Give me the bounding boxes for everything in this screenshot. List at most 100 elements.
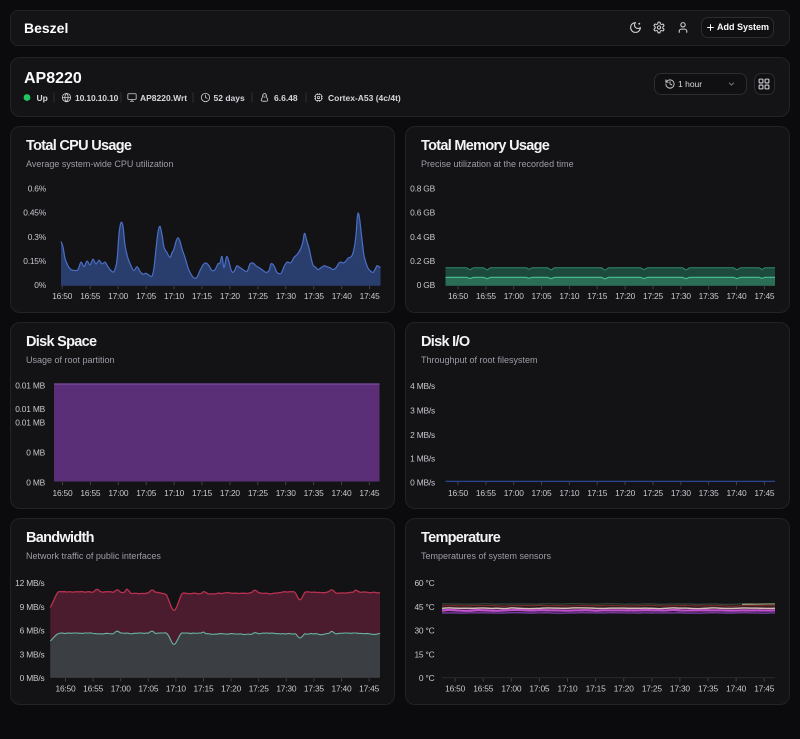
svg-text:17:00: 17:00	[108, 488, 129, 498]
svg-text:17:45: 17:45	[359, 488, 380, 498]
svg-text:17:15: 17:15	[192, 291, 213, 301]
svg-text:17:25: 17:25	[643, 291, 664, 301]
svg-text:17:05: 17:05	[532, 291, 553, 301]
svg-text:16:55: 16:55	[476, 291, 497, 301]
svg-text:17:10: 17:10	[164, 488, 185, 498]
svg-text:0.3%: 0.3%	[28, 232, 47, 242]
svg-text:17:35: 17:35	[304, 684, 325, 694]
svg-text:17:15: 17:15	[586, 684, 607, 694]
svg-text:17:45: 17:45	[360, 291, 381, 301]
svg-text:2 MB/s: 2 MB/s	[410, 430, 435, 440]
svg-text:17:30: 17:30	[671, 291, 692, 301]
svg-text:0%: 0%	[34, 280, 46, 290]
svg-text:17:10: 17:10	[559, 488, 580, 498]
svg-text:17:45: 17:45	[754, 291, 775, 301]
svg-text:0.6 GB: 0.6 GB	[410, 208, 435, 218]
svg-text:17:45: 17:45	[754, 684, 775, 694]
svg-text:17:10: 17:10	[559, 291, 580, 301]
svg-text:17:00: 17:00	[504, 291, 525, 301]
svg-text:17:00: 17:00	[501, 684, 522, 694]
svg-text:17:35: 17:35	[304, 488, 325, 498]
svg-text:17:15: 17:15	[194, 684, 215, 694]
svg-text:3 MB/s: 3 MB/s	[410, 406, 435, 416]
svg-text:17:35: 17:35	[699, 291, 720, 301]
svg-text:17:25: 17:25	[642, 684, 663, 694]
svg-text:16:55: 16:55	[83, 684, 104, 694]
svg-text:45 °C: 45 °C	[414, 602, 434, 612]
svg-text:17:35: 17:35	[699, 488, 720, 498]
svg-text:17:30: 17:30	[276, 488, 297, 498]
svg-text:17:20: 17:20	[615, 488, 636, 498]
svg-text:17:00: 17:00	[108, 291, 129, 301]
svg-text:16:50: 16:50	[448, 291, 469, 301]
svg-text:15 °C: 15 °C	[414, 650, 434, 660]
svg-text:16:50: 16:50	[53, 488, 74, 498]
svg-text:17:30: 17:30	[670, 684, 691, 694]
svg-text:17:45: 17:45	[754, 488, 775, 498]
svg-text:17:05: 17:05	[529, 684, 550, 694]
svg-text:0 MB: 0 MB	[26, 478, 45, 488]
svg-text:16:55: 16:55	[80, 291, 101, 301]
svg-text:17:25: 17:25	[643, 488, 664, 498]
svg-text:6 MB/s: 6 MB/s	[20, 625, 45, 635]
svg-text:0.15%: 0.15%	[23, 256, 47, 266]
svg-text:60 °C: 60 °C	[414, 578, 434, 588]
svg-text:3 MB/s: 3 MB/s	[20, 650, 45, 660]
svg-text:17:40: 17:40	[332, 684, 353, 694]
svg-text:0.6%: 0.6%	[28, 184, 47, 194]
svg-text:17:00: 17:00	[111, 684, 132, 694]
svg-text:17:25: 17:25	[249, 684, 270, 694]
svg-text:17:30: 17:30	[276, 684, 297, 694]
svg-text:17:30: 17:30	[671, 488, 692, 498]
svg-text:0.8 GB: 0.8 GB	[410, 184, 435, 194]
svg-text:17:05: 17:05	[136, 488, 157, 498]
svg-text:17:05: 17:05	[532, 488, 553, 498]
svg-text:17:10: 17:10	[558, 684, 579, 694]
svg-text:17:00: 17:00	[504, 488, 525, 498]
svg-text:0.01 MB: 0.01 MB	[15, 380, 45, 390]
svg-text:17:20: 17:20	[220, 488, 241, 498]
svg-text:17:25: 17:25	[248, 291, 269, 301]
svg-text:17:30: 17:30	[276, 291, 297, 301]
svg-text:16:50: 16:50	[445, 684, 466, 694]
svg-text:17:15: 17:15	[587, 291, 608, 301]
svg-text:1 MB/s: 1 MB/s	[410, 454, 435, 464]
svg-text:0 GB: 0 GB	[417, 280, 436, 290]
svg-text:0 °C: 0 °C	[419, 673, 435, 683]
svg-text:9 MB/s: 9 MB/s	[20, 602, 45, 612]
svg-text:0.01 MB: 0.01 MB	[15, 404, 45, 414]
svg-text:17:20: 17:20	[221, 684, 242, 694]
svg-text:17:10: 17:10	[166, 684, 187, 694]
svg-text:17:20: 17:20	[615, 291, 636, 301]
svg-text:16:55: 16:55	[473, 684, 494, 694]
svg-text:17:45: 17:45	[359, 684, 380, 694]
svg-text:16:55: 16:55	[476, 488, 497, 498]
svg-text:0 MB/s: 0 MB/s	[20, 673, 45, 683]
svg-text:17:40: 17:40	[727, 291, 748, 301]
svg-text:17:40: 17:40	[726, 684, 747, 694]
svg-text:0.45%: 0.45%	[23, 208, 47, 218]
svg-text:17:35: 17:35	[698, 684, 719, 694]
svg-text:16:55: 16:55	[80, 488, 101, 498]
svg-text:0.4 GB: 0.4 GB	[410, 232, 435, 242]
svg-text:17:05: 17:05	[136, 291, 157, 301]
svg-text:17:25: 17:25	[248, 488, 269, 498]
svg-text:17:05: 17:05	[138, 684, 159, 694]
svg-text:17:15: 17:15	[192, 488, 213, 498]
svg-text:17:20: 17:20	[220, 291, 241, 301]
svg-text:17:40: 17:40	[727, 488, 748, 498]
svg-text:17:40: 17:40	[332, 488, 353, 498]
svg-text:30 °C: 30 °C	[414, 625, 434, 635]
svg-text:16:50: 16:50	[52, 291, 73, 301]
svg-text:0.01 MB: 0.01 MB	[15, 417, 45, 427]
svg-text:4 MB/s: 4 MB/s	[410, 381, 435, 391]
svg-text:17:35: 17:35	[304, 291, 325, 301]
svg-text:12 MB/s: 12 MB/s	[15, 578, 44, 588]
svg-text:16:50: 16:50	[56, 684, 77, 694]
svg-text:16:50: 16:50	[448, 488, 469, 498]
svg-text:17:20: 17:20	[614, 684, 635, 694]
svg-text:17:10: 17:10	[164, 291, 185, 301]
svg-text:0.2 GB: 0.2 GB	[410, 256, 435, 266]
svg-text:17:40: 17:40	[332, 291, 353, 301]
svg-text:0 MB/s: 0 MB/s	[410, 478, 435, 488]
